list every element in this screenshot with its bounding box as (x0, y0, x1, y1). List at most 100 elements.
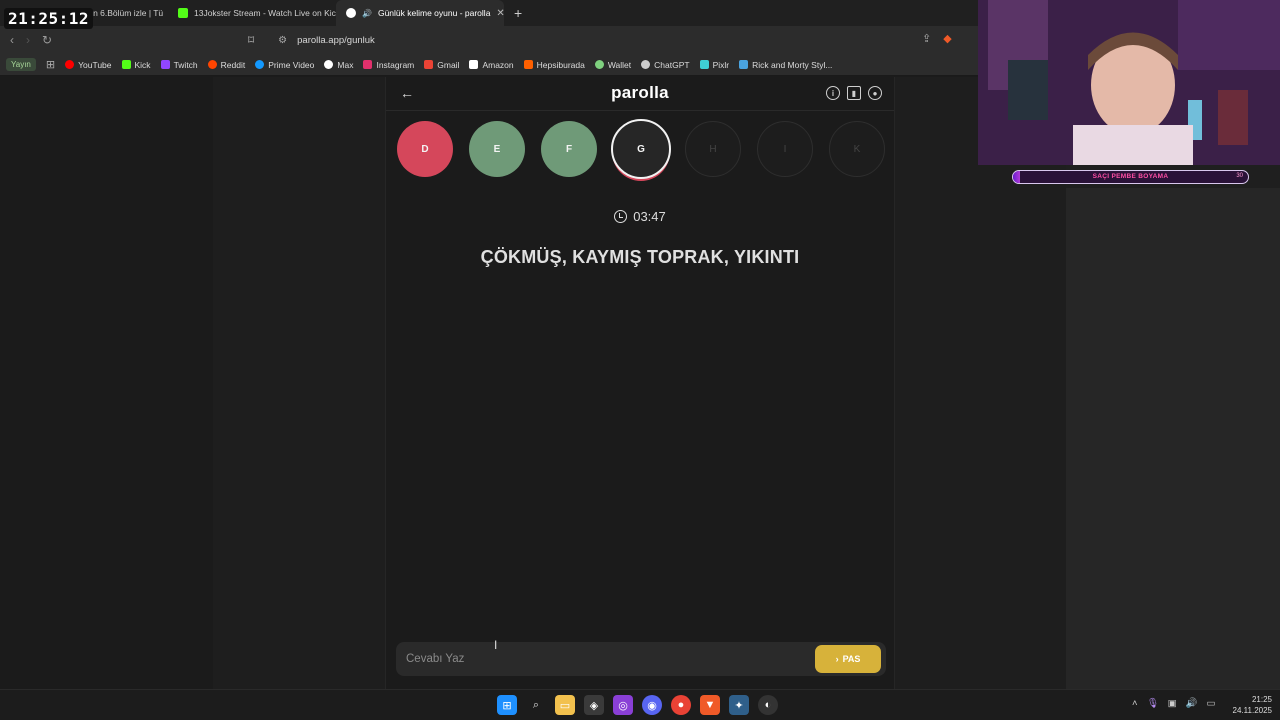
app-icon[interactable]: ◎ (613, 695, 633, 715)
search-icon[interactable]: ⌕ (526, 695, 546, 715)
chevron-up-icon[interactable]: ˄ (1132, 698, 1138, 709)
pixlr-icon (699, 60, 709, 69)
pass-button[interactable]: › PAS (815, 645, 881, 673)
webcam-feed (978, 0, 1280, 165)
bookmark-label: Wallet (607, 59, 632, 70)
microphone-icon[interactable]: 🎙 (1147, 698, 1159, 709)
kick-icon (121, 60, 131, 69)
stats-chart-icon[interactable]: ▮ (847, 86, 861, 100)
bookmark-label: Pixlr (712, 59, 730, 70)
bookmark-label: YouTube (78, 59, 112, 70)
volume-icon[interactable]: 🔊 (1186, 698, 1198, 709)
clock-icon (614, 210, 628, 223)
bookmark-label: Reddit (220, 59, 246, 70)
letter-circle-e: E (469, 121, 525, 177)
bookmark-label: Prime Video (268, 59, 315, 70)
reload-icon[interactable]: ↻ (42, 33, 52, 47)
bookmarks-bar: Yayın ⊞ YouTube Kick Twitch Reddit Prime… (0, 54, 980, 76)
site-info-icon[interactable]: ⚙ (278, 35, 287, 46)
address-actions: ⇪ ◆ (922, 32, 952, 45)
system-tray: ˄ 🎙 ▣ 🔊 ▭ (1132, 698, 1215, 709)
letter-wheel: D E F G H I K (397, 119, 887, 179)
answer-input[interactable] (396, 653, 796, 665)
page-margin-left (0, 77, 213, 689)
forward-icon[interactable]: › (26, 33, 30, 47)
chrome-icon[interactable]: ● (671, 695, 691, 715)
bookmark-youtube[interactable]: YouTube (65, 59, 112, 70)
windows-start-icon[interactable]: ⊞ (497, 695, 517, 715)
letter-circle-h: H (685, 121, 741, 177)
rick-morty-icon (739, 60, 749, 69)
youtube-icon (65, 60, 75, 69)
letter-circle-f: F (541, 121, 597, 177)
bookmark-gmail[interactable]: Gmail (424, 60, 459, 70)
brave-shield-icon[interactable]: ◆ (943, 32, 951, 45)
bookmark-hepsiburada[interactable]: Hepsiburada (523, 59, 585, 70)
bookmark-kick[interactable]: Kick (121, 59, 151, 70)
taskbar-apps: ⊞ ⌕ ▭ ◈ ◎ ◉ ● ▼ ✦ ◐ (497, 695, 778, 715)
user-profile-icon[interactable]: ● (868, 86, 882, 100)
text-cursor-icon: I (494, 638, 498, 652)
apps-grid-icon[interactable]: ⊞ (46, 58, 55, 71)
bookmark-pixlr[interactable]: Pixlr (699, 59, 730, 70)
profile-badge[interactable]: Yayın (6, 58, 36, 71)
bookmark-label: Kick (134, 59, 151, 70)
stream-goal-value: 30 (1236, 173, 1243, 179)
bookmark-amazon[interactable]: Amazon (469, 59, 514, 70)
nav-buttons: ‹ › ↻ (0, 33, 240, 47)
hepsiburada-icon (523, 60, 533, 69)
store-icon[interactable]: ◈ (584, 695, 604, 715)
parolla-app: ← parolla i ▮ ● D E F G H I K 03:47 ÇÖKM… (385, 77, 895, 689)
bookmark-label: Max (337, 59, 354, 70)
bookmark-twitch[interactable]: Twitch (160, 60, 198, 70)
bookmark-icon[interactable]: ⌑ (248, 33, 254, 47)
file-explorer-icon[interactable]: ▭ (555, 695, 575, 715)
wallet-icon (594, 60, 604, 69)
browser-tab[interactable]: 13Jokster Stream - Watch Live on Kick (168, 0, 336, 26)
bookmark-instagram[interactable]: Instagram (363, 60, 414, 70)
windows-taskbar: ⊞ ⌕ ▭ ◈ ◎ ◉ ● ▼ ✦ ◐ ˄ 🎙 ▣ 🔊 ▭ 21:25 24.1… (0, 689, 1280, 720)
tab-title: 13Jokster Stream - Watch Live on Kick (194, 8, 336, 18)
tab-close-icon[interactable]: ✕ (496, 8, 504, 19)
chatgpt-icon (641, 60, 651, 69)
share-icon[interactable]: ⇪ (922, 32, 931, 45)
browser-tab-active[interactable]: 🔊 Günlük kelime oyunu - parolla ✕ (336, 0, 504, 26)
obs-icon[interactable]: ◐ (758, 695, 778, 715)
url-field[interactable]: ⌑ ⚙ parolla.app/gunluk (248, 29, 968, 51)
back-icon[interactable]: ‹ (10, 33, 14, 47)
letter-circle-g-current: G (611, 119, 671, 179)
reddit-icon (207, 60, 217, 69)
address-bar-row: ‹ › ↻ ⌑ ⚙ parolla.app/gunluk ⇪ ◆ (0, 26, 980, 54)
info-icon[interactable]: i (826, 86, 840, 100)
tray-clock[interactable]: 21:25 24.11.2025 (1226, 694, 1272, 716)
bookmark-rick-and-morty[interactable]: Rick and Morty Styl... (739, 60, 832, 70)
tab-title: Günlük kelime oyunu - parolla (377, 8, 491, 18)
bookmark-label: Gmail (437, 59, 460, 70)
bookmark-chatgpt[interactable]: ChatGPT (641, 59, 690, 70)
discord-icon[interactable]: ◉ (642, 695, 662, 715)
twitch-icon (160, 60, 170, 69)
bookmark-reddit[interactable]: Reddit (207, 59, 246, 70)
bookmark-label: ChatGPT (654, 59, 690, 70)
settings-icon[interactable]: ✦ (729, 695, 749, 715)
instagram-icon (363, 60, 373, 69)
stream-goal-bar: SAÇI PEMBE BOYAMA 30 (1012, 170, 1249, 184)
app-logo[interactable]: parolla (386, 83, 894, 103)
bookmark-label: Hepsiburada (536, 59, 585, 70)
battery-icon[interactable]: ▭ (1206, 698, 1215, 709)
network-icon[interactable]: ▣ (1168, 698, 1177, 709)
pass-button-label: PAS (842, 654, 861, 664)
brave-icon[interactable]: ▼ (700, 695, 720, 715)
tray-date: 24.11.2025 (1232, 706, 1272, 715)
answer-bar: › PAS (396, 642, 886, 676)
bookmark-label: Amazon (482, 59, 514, 70)
new-tab-button[interactable]: + (504, 0, 532, 26)
question-clue: ÇÖKMÜŞ, KAYMIŞ TOPRAK, YIKINTI (480, 247, 800, 267)
bookmark-prime-video[interactable]: Prime Video (255, 60, 314, 70)
bookmark-max[interactable]: Max (324, 60, 353, 70)
bookmark-wallet[interactable]: Wallet (594, 59, 632, 70)
bookmark-label: Instagram (376, 59, 415, 70)
tray-time: 21:25 (1251, 695, 1272, 704)
letter-circle-i: I (757, 121, 813, 177)
right-side-panel (1066, 188, 1280, 689)
